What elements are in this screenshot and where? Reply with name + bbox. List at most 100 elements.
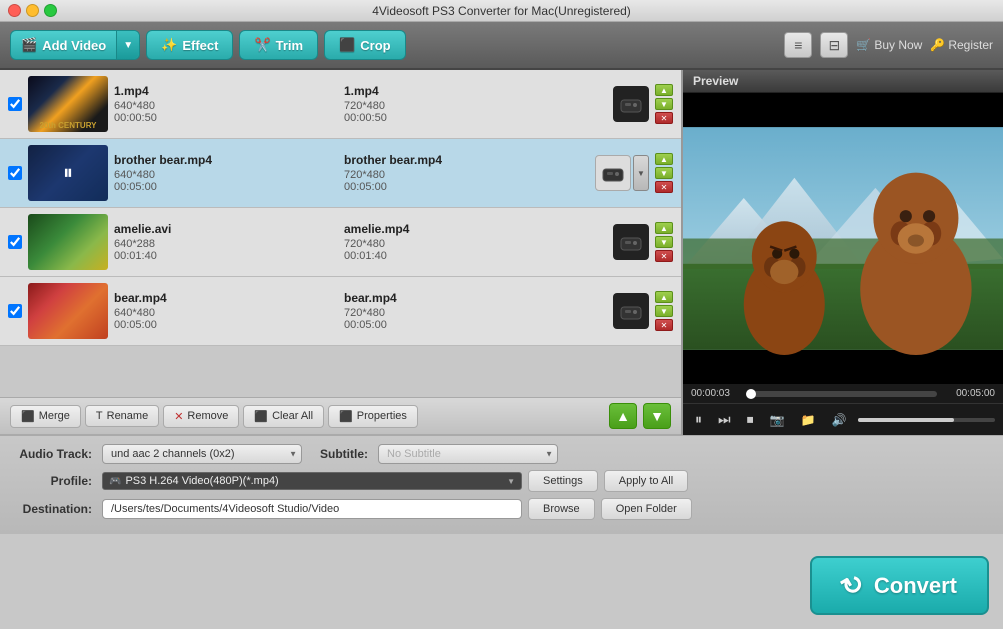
minimize-button[interactable]	[26, 4, 39, 17]
row-remove-btn-1[interactable]: ✕	[655, 112, 673, 124]
properties-icon: ⬛	[339, 410, 353, 423]
move-up-button[interactable]: ▲	[609, 403, 637, 429]
buy-now-button[interactable]: 🛒 Buy Now	[856, 38, 922, 52]
row-remove-btn-2[interactable]: ✕	[655, 181, 673, 193]
convert-button[interactable]: ↻ Convert	[810, 556, 989, 615]
row-checkbox-1[interactable]	[8, 97, 22, 111]
row-down-btn-2[interactable]: ▼	[655, 167, 673, 179]
row-up-btn-3[interactable]: ▲	[655, 222, 673, 234]
src-res-2: 640*480	[114, 169, 264, 181]
merge-button[interactable]: ⬛ Merge	[10, 405, 81, 428]
row-remove-btn-4[interactable]: ✕	[655, 319, 673, 331]
effect-label: Effect	[182, 38, 218, 53]
table-row[interactable]: ⏸ brother bear.mp4 640*480 00:05:00 brot…	[0, 139, 681, 208]
stop-button[interactable]: ⏹	[743, 409, 758, 430]
register-button[interactable]: 🔑 Register	[930, 38, 993, 52]
window-title: 4Videosoft PS3 Converter for Mac(Unregis…	[372, 4, 631, 18]
row-controls-1: ▲ ▼ ✕	[655, 84, 673, 124]
volume-button[interactable]: 🔊	[828, 411, 851, 429]
row-checkbox-4[interactable]	[8, 304, 22, 318]
src-dur-4: 00:05:00	[114, 319, 264, 331]
row-remove-btn-3[interactable]: ✕	[655, 250, 673, 262]
table-row[interactable]: bear.mp4 640*480 00:05:00 bear.mp4 720*4…	[0, 277, 681, 346]
settings-area: Audio Track: und aac 2 channels (0x2) Su…	[0, 435, 1003, 534]
trim-button[interactable]: ✂️ Trim	[239, 30, 318, 60]
subtitle-select[interactable]: No Subtitle	[378, 444, 558, 464]
rename-label: Rename	[107, 410, 149, 422]
window-controls[interactable]	[8, 4, 57, 17]
move-down-button[interactable]: ▼	[643, 403, 671, 429]
time-progress-bar[interactable]	[749, 391, 937, 397]
row-down-btn-3[interactable]: ▼	[655, 236, 673, 248]
move-buttons: ▲ ▼	[609, 403, 671, 429]
rename-button[interactable]: T Rename	[85, 405, 159, 427]
view-grid-button[interactable]: ⊟	[820, 32, 848, 58]
row-checkbox-3[interactable]	[8, 235, 22, 249]
ps3-device-group-2: ▼	[595, 155, 649, 191]
browse-button[interactable]: Browse	[528, 498, 595, 520]
file-info-3: amelie.avi 640*288 00:01:40 amelie.mp4 7…	[114, 222, 607, 262]
add-video-group: 🎬 Add Video ▼	[10, 30, 140, 60]
src-filename-1: 1.mp4	[114, 84, 264, 98]
pause-icon-2: ⏸	[63, 162, 73, 185]
effect-icon: ✨	[161, 37, 177, 53]
row-up-btn-2[interactable]: ▲	[655, 153, 673, 165]
close-button[interactable]	[8, 4, 21, 17]
cart-icon: 🛒	[856, 38, 871, 52]
table-row[interactable]: 20th CENTURY 1.mp4 640*480 00:00:50 1.mp…	[0, 70, 681, 139]
remove-button[interactable]: ✕ Remove	[163, 405, 239, 428]
profile-icon: 🎮	[109, 476, 121, 487]
row-checkbox-2[interactable]	[8, 166, 22, 180]
row-up-btn-4[interactable]: ▲	[655, 291, 673, 303]
src-dur-2: 00:05:00	[114, 181, 264, 193]
ps3-svg-3	[617, 228, 645, 256]
file-list-toolbar: ⬛ Merge T Rename ✕ Remove ⬛ Clear All ⬛ …	[0, 397, 681, 435]
step-forward-button[interactable]: ⏭	[714, 409, 735, 430]
audio-track-select[interactable]: und aac 2 channels (0x2)	[102, 444, 302, 464]
main-area: 20th CENTURY 1.mp4 640*480 00:00:50 1.mp…	[0, 70, 1003, 435]
trim-icon: ✂️	[254, 37, 270, 53]
main-toolbar: 🎬 Add Video ▼ ✨ Effect ✂️ Trim ⬛ Crop ≡ …	[0, 22, 1003, 70]
src-filename-3: amelie.avi	[114, 222, 264, 236]
file-info-2: brother bear.mp4 640*480 00:05:00 brothe…	[114, 153, 589, 193]
ps3-device-icon-2	[595, 155, 631, 191]
profile-select-display[interactable]: 🎮 PS3 H.264 Video(480P)(*.mp4) ▼	[102, 472, 522, 490]
row-down-btn-4[interactable]: ▼	[655, 305, 673, 317]
settings-button[interactable]: Settings	[528, 470, 598, 492]
row-down-btn-1[interactable]: ▼	[655, 98, 673, 110]
table-row[interactable]: amelie.avi 640*288 00:01:40 amelie.mp4 7…	[0, 208, 681, 277]
convert-label: Convert	[874, 573, 957, 599]
progress-handle[interactable]	[746, 389, 756, 399]
ps3-device-icon-4	[613, 293, 649, 329]
src-res-4: 640*480	[114, 307, 264, 319]
dest-dur-4: 00:05:00	[344, 319, 494, 331]
thumbnail-2: ⏸	[28, 145, 108, 201]
thumbnail-3	[28, 214, 108, 270]
pause-button[interactable]: ⏸	[691, 409, 706, 430]
screenshot-button[interactable]: 📷	[766, 411, 789, 429]
ps3-dropdown-button-2[interactable]: ▼	[633, 155, 649, 191]
properties-button[interactable]: ⬛ Properties	[328, 405, 418, 428]
add-video-dropdown-arrow[interactable]: ▼	[116, 31, 139, 59]
volume-bar[interactable]	[858, 418, 995, 422]
row-controls-3: ▲ ▼ ✕	[655, 222, 673, 262]
convert-refresh-icon: ↻	[836, 567, 870, 605]
rename-icon: T	[96, 410, 103, 422]
register-label: Register	[948, 38, 993, 52]
total-time: 00:05:00	[943, 388, 995, 399]
maximize-button[interactable]	[44, 4, 57, 17]
open-folder-button[interactable]: Open Folder	[601, 498, 692, 520]
audio-track-label: Audio Track:	[12, 447, 92, 461]
clear-all-button[interactable]: ⬛ Clear All	[243, 405, 324, 428]
folder-button[interactable]: 📁	[797, 411, 820, 429]
row-up-btn-1[interactable]: ▲	[655, 84, 673, 96]
dest-res-3: 720*480	[344, 238, 494, 250]
view-list-button[interactable]: ≡	[784, 32, 812, 58]
add-video-button[interactable]: 🎬 Add Video	[11, 31, 116, 59]
destination-input[interactable]	[102, 499, 522, 519]
apply-to-all-button[interactable]: Apply to All	[604, 470, 688, 492]
remove-label: Remove	[187, 410, 228, 422]
crop-button[interactable]: ⬛ Crop	[324, 30, 406, 60]
add-video-label: Add Video	[42, 38, 106, 53]
effect-button[interactable]: ✨ Effect	[146, 30, 233, 60]
